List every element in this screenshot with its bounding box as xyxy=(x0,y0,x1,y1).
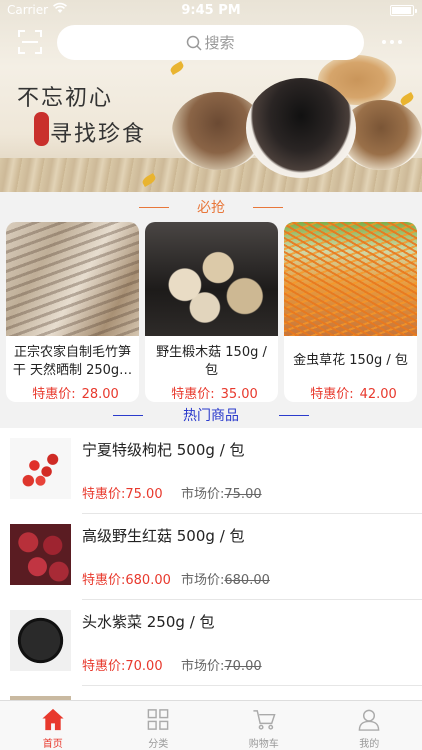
sale-price: 特惠价:680.00 xyxy=(82,573,171,588)
product-thumbnail xyxy=(10,438,71,499)
price-value: 35.00 xyxy=(220,387,258,402)
grid-icon xyxy=(147,709,169,730)
product-price: 特惠价: 42.00 xyxy=(284,383,417,402)
tab-label: 购物车 xyxy=(248,739,279,750)
featured-heading: 必抢 xyxy=(197,200,225,216)
product-title: 高级野生红菇 500g / 包 xyxy=(82,527,245,545)
heading-rule xyxy=(253,206,283,208)
market-price: 市场价:75.00 xyxy=(181,483,262,502)
sale-price: 特惠价:75.00 xyxy=(82,487,163,502)
product-title: 头水紫菜 250g / 包 xyxy=(82,613,215,631)
product-price: 特惠价: 35.00 xyxy=(145,383,278,402)
price-value: 42.00 xyxy=(359,387,397,402)
market-price: 市场价:680.00 xyxy=(181,569,270,588)
leaf-decoration xyxy=(168,61,186,75)
search-placeholder: 搜索 xyxy=(204,34,235,52)
product-thumbnail xyxy=(10,610,71,671)
search-input[interactable]: 搜索 xyxy=(57,25,364,60)
featured-card[interactable]: 正宗农家自制毛竹笋干 天然晒制 250g… 特惠价: 28.00 xyxy=(6,222,139,402)
list-item[interactable] xyxy=(0,686,422,700)
tab-cart[interactable]: 购物车 xyxy=(211,701,317,750)
heading-rule xyxy=(279,414,309,416)
product-name: 野生椴木菇 150g / 包 xyxy=(156,345,267,378)
list-item[interactable]: 头水紫菜 250g / 包 特惠价:70.00 市场价:70.00 xyxy=(0,600,422,686)
user-icon xyxy=(358,709,380,731)
hot-product-list[interactable]: 宁夏特级枸杞 500g / 包 特惠价:75.00 市场价:75.00 高级野生… xyxy=(0,428,422,700)
tab-category[interactable]: 分类 xyxy=(106,701,212,750)
price-label: 特惠价: xyxy=(32,387,76,402)
status-time: 9:45 PM xyxy=(181,3,241,18)
product-image xyxy=(6,222,139,336)
banner-headline: 不忘初心 xyxy=(17,86,114,111)
hot-heading: 热门商品 xyxy=(183,408,239,424)
product-price: 特惠价: 28.00 xyxy=(6,383,139,402)
featured-card[interactable]: 野生椴木菇 150g / 包 特惠价: 35.00 xyxy=(145,222,278,402)
home-icon xyxy=(42,708,64,731)
black-fungus-bowl-image xyxy=(246,78,356,178)
dot-icon xyxy=(382,40,386,44)
banner-seal xyxy=(34,112,49,146)
price-label: 特惠价: xyxy=(310,387,354,402)
tab-profile[interactable]: 我的 xyxy=(317,701,422,750)
search-icon xyxy=(187,35,203,51)
market-label: 市场价: xyxy=(181,659,225,674)
product-image xyxy=(145,222,278,336)
product-image xyxy=(284,222,417,336)
market-value: 680.00 xyxy=(224,573,270,588)
list-item[interactable]: 宁夏特级枸杞 500g / 包 特惠价:75.00 市场价:75.00 xyxy=(0,428,422,514)
heading-rule xyxy=(113,414,143,416)
product-name: 正宗农家自制毛竹笋干 天然晒制 250g… xyxy=(12,345,133,378)
tab-bar: 首页 分类 购物车 我的 xyxy=(0,700,422,750)
banner-subheadline: 寻找珍食 xyxy=(50,122,147,147)
tab-home[interactable]: 首页 xyxy=(0,701,106,750)
heading-rule xyxy=(139,206,169,208)
featured-card[interactable]: 金虫草花 150g / 包 特惠价: 42.00 xyxy=(284,222,417,402)
list-item[interactable]: 高级野生红菇 500g / 包 特惠价:680.00 市场价:680.00 xyxy=(0,514,422,600)
dot-icon xyxy=(390,40,394,44)
more-menu-button[interactable] xyxy=(378,32,406,52)
battery-icon xyxy=(390,5,417,16)
featured-section-header: 必抢 xyxy=(0,193,422,221)
market-label: 市场价: xyxy=(181,487,225,502)
tab-label: 首页 xyxy=(42,739,63,750)
status-bar: Carrier 9:45 PM xyxy=(0,0,422,22)
scan-icon xyxy=(18,30,42,54)
tab-label: 我的 xyxy=(359,739,380,750)
price-value: 28.00 xyxy=(81,387,119,402)
hot-section-header: 热门商品 xyxy=(0,402,422,428)
market-label: 市场价: xyxy=(181,573,225,588)
market-value: 70.00 xyxy=(224,659,262,674)
product-thumbnail xyxy=(10,524,71,585)
tab-label: 分类 xyxy=(148,739,169,750)
market-value: 75.00 xyxy=(224,487,262,502)
scan-button[interactable] xyxy=(16,28,44,56)
market-price: 市场价:70.00 xyxy=(181,655,262,674)
cart-icon xyxy=(253,710,276,730)
product-title: 宁夏特级枸杞 500g / 包 xyxy=(82,441,245,459)
price-label: 特惠价: xyxy=(171,387,215,402)
dot-icon xyxy=(398,40,402,44)
battery-level xyxy=(392,7,411,14)
sale-price: 特惠价:70.00 xyxy=(82,659,163,674)
